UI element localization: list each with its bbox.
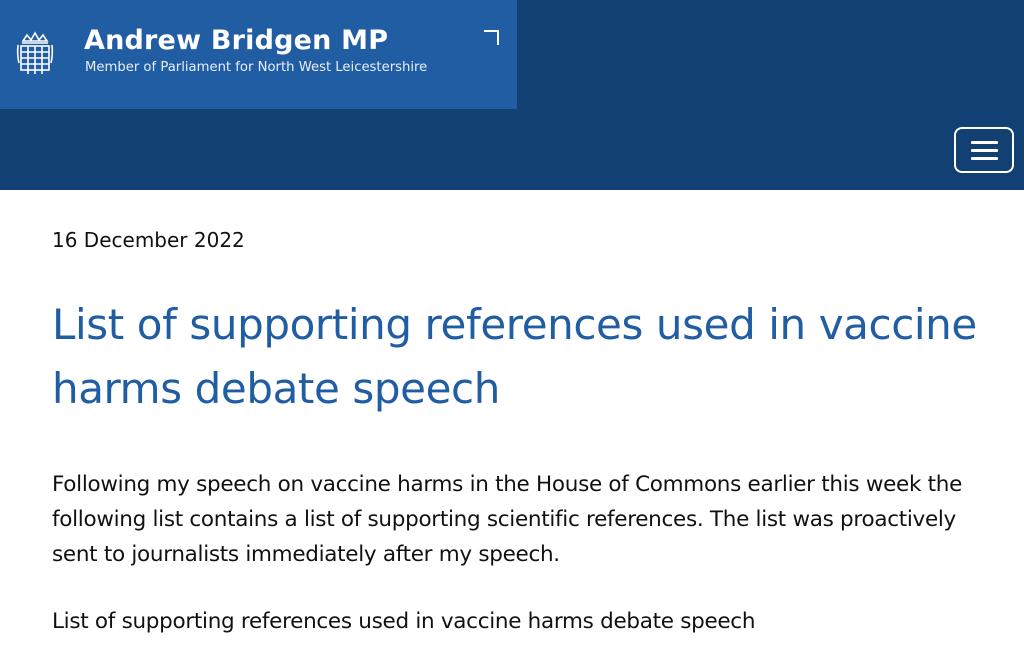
post-title: List of supporting references used in va… xyxy=(52,300,977,413)
post-date: 16 December 2022 xyxy=(52,228,245,252)
site-subtitle: Member of Parliament for North West Leic… xyxy=(85,60,428,75)
corner-bracket-icon xyxy=(484,30,499,45)
article-paragraph: List of supporting references used in va… xyxy=(52,609,756,634)
portcullis-icon xyxy=(16,31,54,74)
article-paragraph: Following my speech on vaccine harms in … xyxy=(52,472,963,567)
site-brand-link[interactable]: Andrew Bridgen MP Member of Parliament f… xyxy=(0,0,517,109)
site-title: Andrew Bridgen MP xyxy=(84,25,389,56)
menu-toggle-button[interactable] xyxy=(954,127,1014,173)
site-header: Andrew Bridgen MP Member of Parliament f… xyxy=(0,0,1024,190)
hamburger-menu-icon xyxy=(971,157,998,160)
hamburger-menu-icon xyxy=(971,141,998,144)
hamburger-menu-icon xyxy=(971,149,998,152)
article: 16 December 2022 List of supporting refe… xyxy=(52,222,992,639)
